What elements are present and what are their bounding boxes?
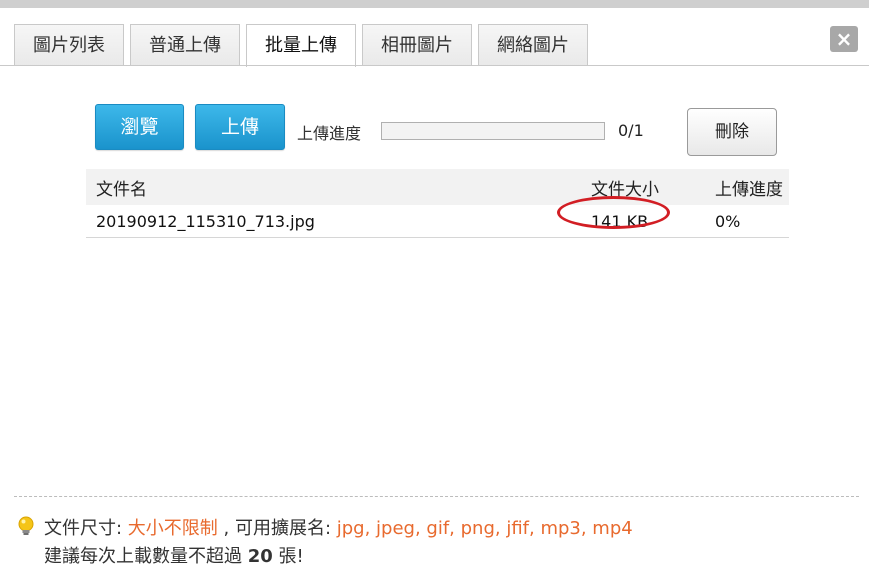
size-label: 文件尺寸: — [44, 518, 128, 539]
tab-web-images[interactable]: 網絡圖片 — [478, 24, 588, 66]
tab-normal-upload[interactable]: 普通上傳 — [130, 24, 240, 66]
window-top-border — [0, 0, 869, 8]
file-name-cell: 20190912_115310_713.jpg — [96, 211, 315, 231]
close-button[interactable]: × — [830, 26, 858, 52]
size-value: 大小不限制 — [127, 518, 218, 539]
tab-divider — [0, 65, 869, 66]
extensions-label: , 可用擴展名: — [217, 518, 337, 539]
tab-batch-upload[interactable]: 批量上傳 — [246, 24, 356, 67]
file-limits-note: 文件尺寸: 大小不限制 , 可用擴展名: jpg, jpeg, gif, png… — [44, 514, 633, 540]
delete-button[interactable]: 刪除 — [687, 108, 777, 156]
file-size-cell: 141 KB — [591, 211, 649, 231]
upload-button[interactable]: 上傳 — [195, 104, 285, 150]
file-progress-cell: 0% — [715, 211, 741, 231]
suggest-suffix: 張! — [272, 546, 304, 567]
table-row[interactable]: 20190912_115310_713.jpg 141 KB 0% — [86, 195, 789, 238]
upload-progress-count: 0/1 — [618, 121, 644, 140]
upload-progress-label: 上傳進度 — [297, 124, 362, 143]
tab-bar: 圖片列表 普通上傳 批量上傳 相冊圖片 網絡圖片 — [14, 24, 588, 67]
extensions-value: jpg, jpeg, gif, png, jfif, mp3, mp4 — [336, 518, 633, 539]
upload-count-note: 建議每次上載數量不超過 20 張! — [44, 542, 304, 568]
tab-image-list[interactable]: 圖片列表 — [14, 24, 124, 66]
lightbulb-icon — [17, 516, 35, 542]
suggest-prefix: 建議每次上載數量不超過 — [44, 546, 248, 567]
header-file-name: 文件名 — [96, 179, 147, 200]
table-header: 文件名 文件大小 上傳進度 — [86, 169, 789, 205]
suggest-count: 20 — [247, 546, 273, 567]
upload-progress-bar — [381, 122, 605, 140]
browse-button[interactable]: 瀏覽 — [95, 104, 184, 150]
header-upload-progress: 上傳進度 — [715, 179, 783, 200]
footer-divider — [14, 496, 859, 497]
close-icon: × — [835, 27, 853, 51]
tab-album-images[interactable]: 相冊圖片 — [362, 24, 472, 66]
header-file-size: 文件大小 — [591, 179, 659, 200]
file-table: 文件名 文件大小 上傳進度 20190912_115310_713.jpg 14… — [86, 169, 789, 238]
